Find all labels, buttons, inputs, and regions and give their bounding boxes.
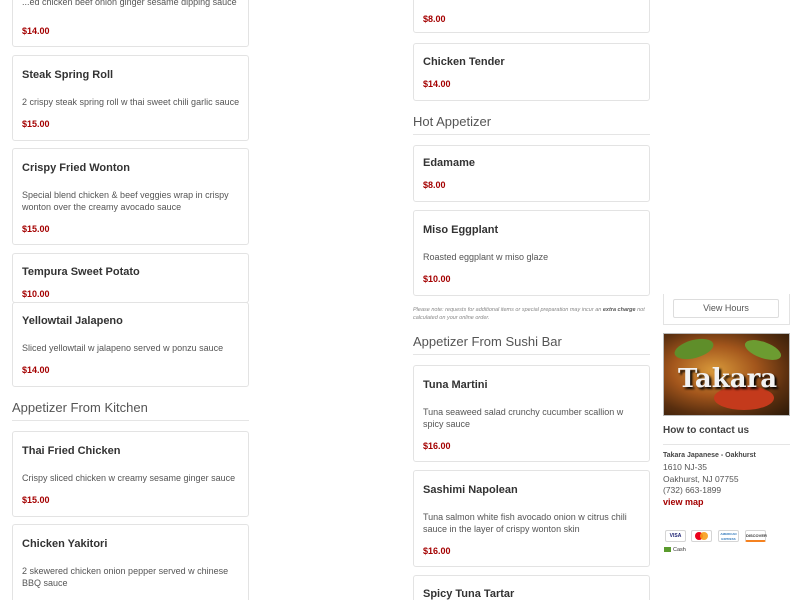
visa-label: VISA [669,533,682,539]
menu-item-name: Chicken Tender [423,56,505,68]
order-note: Please note: requests for additional ite… [413,306,653,322]
section-title-appetizer-from-sushi-bar: Appetizer From Sushi Bar [413,334,562,349]
order-note-text: Please note: requests for additional ite… [413,307,602,313]
menu-item-name: Yellowtail Jalapeno [22,315,123,327]
view-hours-button[interactable]: View Hours [673,299,779,318]
logo-leaf-right [742,335,784,365]
menu-item-description: Tuna seaweed salad crunchy cucumber scal… [423,407,624,429]
amex-icon: AMERICAN EXPRESS [718,530,739,542]
order-note-emphasis: extra charge [602,307,636,313]
menu-item-card-tempura-sweet-potato[interactable]: Tempura Sweet Potato $10.00 [12,253,249,303]
restaurant-logo-image: Takara [663,333,790,416]
discover-icon: DISCOVER [745,530,767,542]
menu-item-name: Thai Fried Chicken [22,445,121,457]
contact-title: How to contact us [663,425,750,436]
logo-leaf-left [672,335,716,363]
mastercard-circles [695,532,708,540]
menu-item-card-chicken-tender[interactable]: Chicken Tender $14.00 [413,43,650,101]
cash-icon [664,547,671,553]
menu-item-description: Tuna salmon white fish avocado onion w c… [423,512,627,534]
menu-item-card-steak-spring-roll[interactable]: Steak Spring Roll 2 crispy steak spring … [12,55,249,141]
menu-item-card-tuna-martini[interactable]: Tuna Martini Tuna seaweed salad crunchy … [413,365,650,462]
discover-label: DISCOVER [746,533,767,538]
section-divider [413,354,650,355]
amex-label: AMERICAN EXPRESS [720,532,737,541]
menu-item-card-thai-fried-chicken[interactable]: Thai Fried Chicken Crispy sliced chicken… [12,431,249,517]
phone-number: (732) 663-1899 [663,485,722,495]
view-map-link[interactable]: view map [663,497,704,507]
menu-item-price: $15.00 [22,495,50,505]
contact-divider [663,444,790,445]
logo-text: Takara [678,364,778,394]
menu-item-price: $16.00 [423,546,451,556]
menu-item-card-crispy-fried-wonton[interactable]: Crispy Fried Wonton Special blend chicke… [12,148,249,245]
menu-item-description: ...ed chicken beef onion ginger sesame d… [22,0,237,7]
menu-item-name: Sashimi Napolean [423,484,518,496]
menu-item-price: $14.00 [22,26,50,36]
menu-item-card-chicken-yakitori[interactable]: Chicken Yakitori 2 skewered chicken onio… [12,524,249,600]
menu-item-price: $16.00 [423,441,451,451]
menu-item-card-spicy-tuna-tartar[interactable]: Spicy Tuna Tartar [413,575,650,600]
menu-item-description: Roasted eggplant w miso glaze [423,252,549,262]
menu-item-description: Crispy sliced chicken w creamy sesame gi… [22,473,236,483]
menu-item-name: Tuna Martini [423,379,488,391]
menu-item-price: $8.00 [423,180,446,190]
menu-item-card-edamame[interactable]: Edamame $8.00 [413,145,650,202]
menu-item-card[interactable]: $8.00 [413,0,650,33]
menu-item-description: Sliced yellowtail w jalapeno served w po… [22,343,224,353]
restaurant-name: Takara Japanese - Oakhurst [663,452,756,459]
menu-item-name: Miso Eggplant [423,224,499,236]
menu-item-description: 2 crispy steak spring roll w thai sweet … [22,97,240,107]
mastercard-icon [691,530,712,542]
visa-icon: VISA [665,530,686,542]
address-line-1: 1610 NJ-35 [663,462,707,472]
section-title-hot-appetizer: Hot Appetizer [413,114,492,129]
menu-item-description: 2 skewered chicken onion pepper served w… [22,566,229,588]
menu-item-price: $14.00 [22,365,50,375]
menu-item-description: Special blend chicken & beef veggies wra… [22,190,229,212]
menu-item-name: Tempura Sweet Potato [22,266,140,278]
menu-item-card-sashimi-napolean[interactable]: Sashimi Napolean Tuna salmon white fish … [413,470,650,567]
menu-item-name: Chicken Yakitori [22,538,108,550]
menu-item-price: $10.00 [22,289,50,299]
menu-item-name: Spicy Tuna Tartar [423,588,515,600]
section-divider [12,420,249,421]
address-line-2: Oakhurst, NJ 07755 [663,474,739,484]
menu-item-name: Steak Spring Roll [22,69,114,81]
section-divider [413,134,650,135]
menu-item-price: $8.00 [423,14,446,24]
menu-item-price: $15.00 [22,224,50,234]
cash-label: Cash [673,547,686,553]
cash-payment: Cash [664,547,686,553]
menu-item-card-miso-eggplant[interactable]: Miso Eggplant Roasted eggplant w miso gl… [413,210,650,296]
menu-item-name: Edamame [423,157,475,169]
menu-item-name: Crispy Fried Wonton [22,162,130,174]
menu-item-card-yellowtail-jalapeno[interactable]: Yellowtail Jalapeno Sliced yellowtail w … [12,302,249,387]
menu-item-card[interactable]: ...ed chicken beef onion ginger sesame d… [12,0,249,47]
menu-item-price: $14.00 [423,79,451,89]
menu-item-price: $10.00 [423,274,451,284]
section-title-appetizer-from-kitchen: Appetizer From Kitchen [12,400,148,415]
menu-item-price: $15.00 [22,119,50,129]
